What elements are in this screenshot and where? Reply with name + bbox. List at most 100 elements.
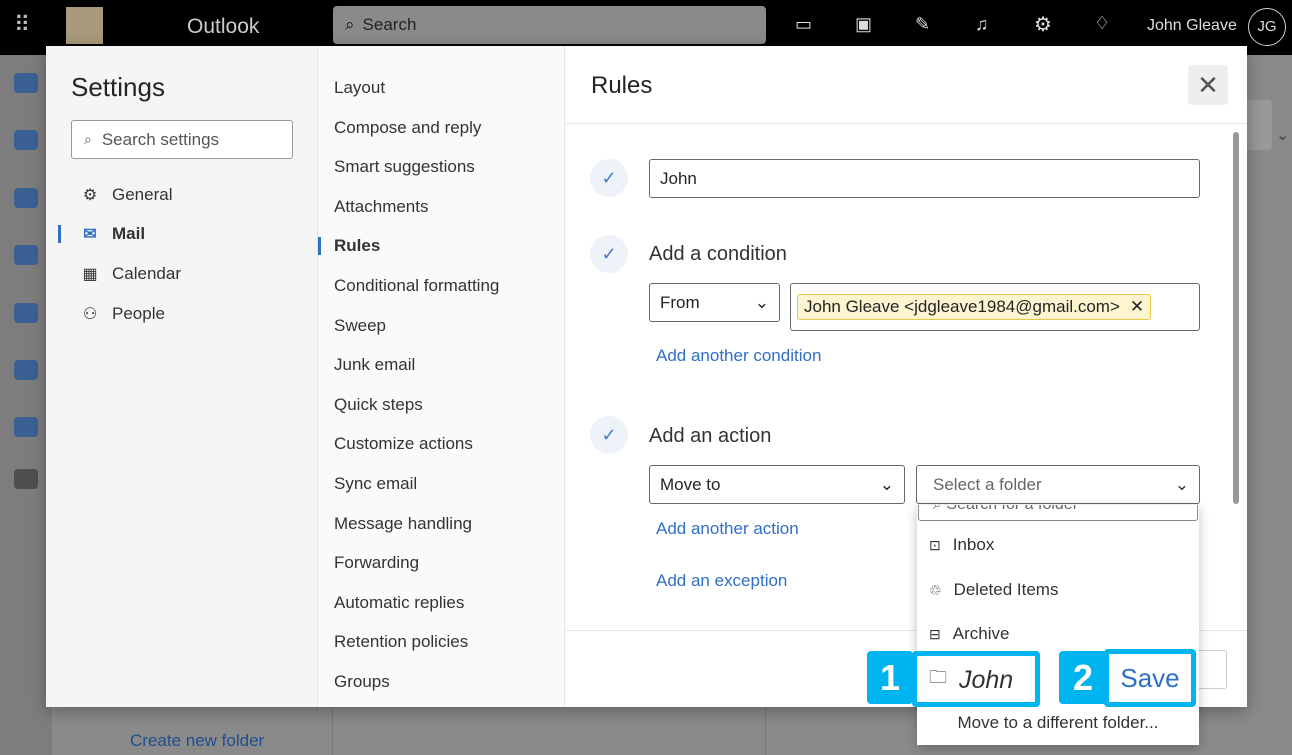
scrollbar[interactable] <box>1233 132 1239 504</box>
inbox-icon: ⊡ <box>929 536 941 553</box>
my-day-icon[interactable]: ✎ <box>915 14 930 35</box>
close-button[interactable]: ✕ <box>1188 65 1228 105</box>
archive-icon: ⊟ <box>929 625 941 642</box>
action-type-value: Move to <box>660 474 721 494</box>
divider <box>565 123 1247 124</box>
onedrive-icon[interactable] <box>14 360 38 380</box>
category-label: Calendar <box>112 264 181 283</box>
category-label: Mail <box>112 224 146 243</box>
people-icon: ⚇ <box>82 306 98 323</box>
category-general[interactable]: ⚙ General <box>80 185 173 205</box>
annotation-step-2: 2 <box>1059 651 1107 704</box>
condition-heading: Add a condition <box>649 243 787 265</box>
mail-section-attachments[interactable]: Attachments <box>334 197 429 217</box>
mail-section-smart-suggestions[interactable]: Smart suggestions <box>334 157 475 177</box>
add-another-action-link[interactable]: Add another action <box>656 519 799 539</box>
avatar[interactable]: JG <box>1248 8 1286 46</box>
add-exception-link[interactable]: Add an exception <box>656 571 787 591</box>
mail-section-sync-email[interactable]: Sync email <box>334 474 417 494</box>
mail-section-customize-actions[interactable]: Customize actions <box>334 434 473 454</box>
divider <box>765 705 766 755</box>
active-indicator <box>318 237 321 255</box>
folder-label: Deleted Items <box>953 580 1059 599</box>
mail-section-compose-and-reply[interactable]: Compose and reply <box>334 118 481 138</box>
groups-icon[interactable] <box>14 245 38 265</box>
mail-section-groups[interactable]: Groups <box>334 672 390 692</box>
condition-value-input[interactable]: John Gleave <jdgleave1984@gmail.com> ✕ <box>790 283 1200 331</box>
check-icon: ✓ <box>590 159 628 197</box>
search-icon: ⌕ <box>933 505 946 513</box>
create-new-folder-link[interactable]: Create new folder <box>130 731 264 751</box>
gear-icon[interactable]: ⚙ <box>1034 12 1052 37</box>
category-mail[interactable]: ✉ Mail <box>80 224 145 244</box>
mail-section-forwarding[interactable]: Forwarding <box>334 553 419 573</box>
check-icon: ✓ <box>590 416 628 454</box>
search-settings-placeholder: Search settings <box>101 129 220 149</box>
category-label: General <box>112 185 173 204</box>
search-icon: ⌕ <box>84 131 92 147</box>
rules-title: Rules <box>591 72 653 99</box>
folder-placeholder: Select a folder <box>933 474 1042 494</box>
app-name: Outlook <box>187 15 260 38</box>
teams-icon[interactable] <box>14 417 38 437</box>
gear-icon: ⚙ <box>82 187 98 204</box>
folder-label: Archive <box>952 624 1010 643</box>
remove-icon[interactable]: ✕ <box>1130 297 1144 317</box>
user-name: John Gleave <box>1147 17 1237 34</box>
mail-icon[interactable] <box>14 73 38 93</box>
condition-type-value: From <box>660 292 700 312</box>
feedback-icon[interactable]: ▭ <box>795 14 812 35</box>
mail-section-message-handling[interactable]: Message handling <box>334 514 472 534</box>
action-type-select[interactable]: Move to ⌄ <box>649 465 905 504</box>
app-rail <box>0 55 52 755</box>
divider <box>332 705 333 755</box>
settings-categories: Settings ⌕ Search settings ⚙ General ✉ Mail… <box>46 46 317 707</box>
move-to-different-folder[interactable]: Move to a different folder... <box>917 713 1199 733</box>
mail-section-layout[interactable]: Layout <box>334 78 385 98</box>
condition-type-select[interactable]: From ⌄ <box>649 283 780 322</box>
bell-icon[interactable]: ♫ <box>975 14 989 35</box>
sender-chip-text: John Gleave <jdgleave1984@gmail.com> <box>804 297 1120 316</box>
action-heading: Add an action <box>649 425 772 447</box>
mail-section-junk-email[interactable]: Junk email <box>334 355 415 375</box>
mail-section-rules[interactable]: Rules <box>334 236 380 256</box>
mail-section-sweep[interactable]: Sweep <box>334 316 386 336</box>
category-calendar[interactable]: ▦ Calendar <box>80 264 181 284</box>
active-indicator <box>58 225 61 243</box>
folder-option-inbox[interactable]: ⊡ Inbox <box>929 535 994 555</box>
calendar-icon[interactable] <box>14 130 38 150</box>
mail-icon: ✉ <box>83 226 97 243</box>
annotation-highlight-folder <box>912 651 1040 707</box>
chevron-down-icon: ⌄ <box>879 474 894 494</box>
people-icon[interactable] <box>14 188 38 208</box>
search-placeholder: Search <box>362 15 417 34</box>
folder-option-archive[interactable]: ⊟ Archive <box>929 624 1009 644</box>
add-another-condition-link[interactable]: Add another condition <box>656 346 821 366</box>
search-input[interactable]: ⌕ Search <box>333 6 766 44</box>
onenote-icon[interactable]: ▣ <box>855 14 872 35</box>
category-label: People <box>112 304 165 323</box>
mail-sections: Layout Compose and reply Smart suggestions… <box>317 46 565 707</box>
calendar-icon: ▦ <box>82 266 98 283</box>
folder-option-deleted[interactable]: ♲ Deleted Items <box>929 580 1058 600</box>
chevron-down-icon: ⌄ <box>754 292 769 312</box>
search-icon: ⌕ <box>345 15 355 34</box>
check-icon: ✓ <box>590 235 628 273</box>
mail-section-quick-steps[interactable]: Quick steps <box>334 395 423 415</box>
todo-icon[interactable] <box>14 303 38 323</box>
mail-section-automatic-replies[interactable]: Automatic replies <box>334 593 464 613</box>
app-launcher-icon[interactable]: ⠿ <box>14 12 30 38</box>
rule-name-input[interactable]: John <box>649 159 1200 198</box>
apps-icon[interactable] <box>14 469 38 489</box>
sender-chip: John Gleave <jdgleave1984@gmail.com> ✕ <box>797 294 1152 320</box>
mail-section-retention-policies[interactable]: Retention policies <box>334 632 468 652</box>
lightbulb-icon[interactable]: ♢ <box>1094 13 1110 34</box>
search-settings-input[interactable]: ⌕ Search settings <box>71 120 293 159</box>
category-people[interactable]: ⚇ People <box>80 304 165 324</box>
folder-select[interactable]: Select a folder ⌄ <box>916 465 1200 504</box>
chevron-down-icon: ⌄ <box>1276 127 1290 144</box>
folder-search-input[interactable]: ⌕ Search for a folder <box>918 505 1198 521</box>
mail-section-conditional-formatting[interactable]: Conditional formatting <box>334 276 499 296</box>
save-button[interactable]: Save <box>1104 649 1196 707</box>
